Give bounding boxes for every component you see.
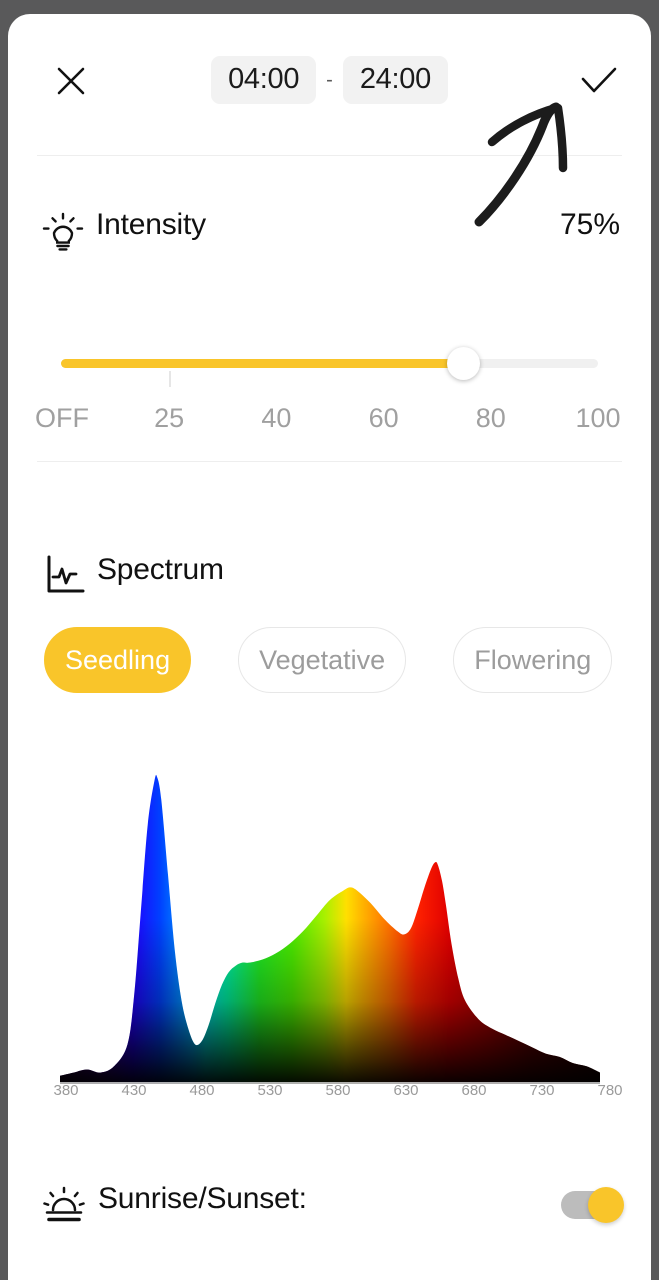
start-time-field[interactable]: 04:00 [211,56,317,104]
settings-card: 04:00 - 24:00 Intensity 75% OFF 25 40 60… [8,14,651,1280]
slider-tick-label-80: 80 [475,403,506,433]
intensity-value: 75% [559,208,620,241]
slider-tick-label-25: 25 [154,403,185,433]
wavelength-label-480: 480 [189,1082,215,1099]
wavelength-label-630: 630 [393,1082,419,1099]
spectrum-mode-label: Vegetative [259,644,386,675]
lightbulb-icon [42,212,84,251]
slider-tick-label-40: 40 [261,403,292,433]
toggle-knob [588,1187,624,1223]
slider-tick-labels: OFF 25 40 60 80 100 [35,403,621,433]
wavelength-label-730: 730 [529,1082,555,1099]
wavelength-label-380: 380 [53,1082,79,1099]
spectrum-label: Spectrum [97,553,224,586]
slider-tick-mark [169,371,172,387]
wavelength-label-530: 530 [257,1082,283,1099]
spectrum-x-axis: 380 430 480 530 580 630 680 730 780 [48,1082,628,1112]
wavelength-label-430: 430 [121,1082,147,1099]
spectrum-mode-vegetative[interactable]: Vegetative [238,627,407,693]
spectrum-chart [60,774,600,1084]
intensity-slider[interactable] [61,347,598,391]
divider-top [37,155,622,156]
spectrum-mode-selector: Seedling Vegetative Flowering [44,627,613,693]
chart-line-icon [47,555,85,593]
slider-thumb[interactable] [447,347,481,380]
spectrum-mode-label: Seedling [65,644,171,675]
sunrise-icon [43,1186,85,1222]
sunrise-sunset-label: Sunrise/Sunset: [98,1182,307,1215]
header-bar: 04:00 - 24:00 [8,14,651,140]
end-time-field[interactable]: 24:00 [342,56,448,104]
check-icon [581,67,617,93]
confirm-check-button[interactable] [576,58,622,104]
slider-fill [61,359,464,368]
intensity-section-header: Intensity 75% [8,200,651,262]
time-range-separator: - [326,68,333,91]
spectrum-mode-flowering[interactable]: Flowering [453,627,613,693]
spectrum-mode-label: Flowering [474,644,592,675]
wavelength-label-580: 580 [325,1082,351,1099]
spectrum-mode-seedling[interactable]: Seedling [44,627,192,693]
time-range-control: 04:00 - 24:00 [8,56,651,104]
divider-middle [37,461,622,462]
sunrise-sunset-toggle[interactable] [561,1187,624,1223]
wavelength-label-780: 780 [597,1082,623,1099]
spectrum-section-header: Spectrum [8,544,651,604]
slider-tick-label-off: OFF [35,403,89,433]
spectrum-fill [60,774,600,1084]
slider-tick-label-60: 60 [368,403,399,433]
slider-tick-label-100: 100 [575,403,621,433]
intensity-label: Intensity [96,208,206,241]
wavelength-label-680: 680 [461,1082,487,1099]
sunrise-sunset-section: Sunrise/Sunset: [8,1174,651,1236]
